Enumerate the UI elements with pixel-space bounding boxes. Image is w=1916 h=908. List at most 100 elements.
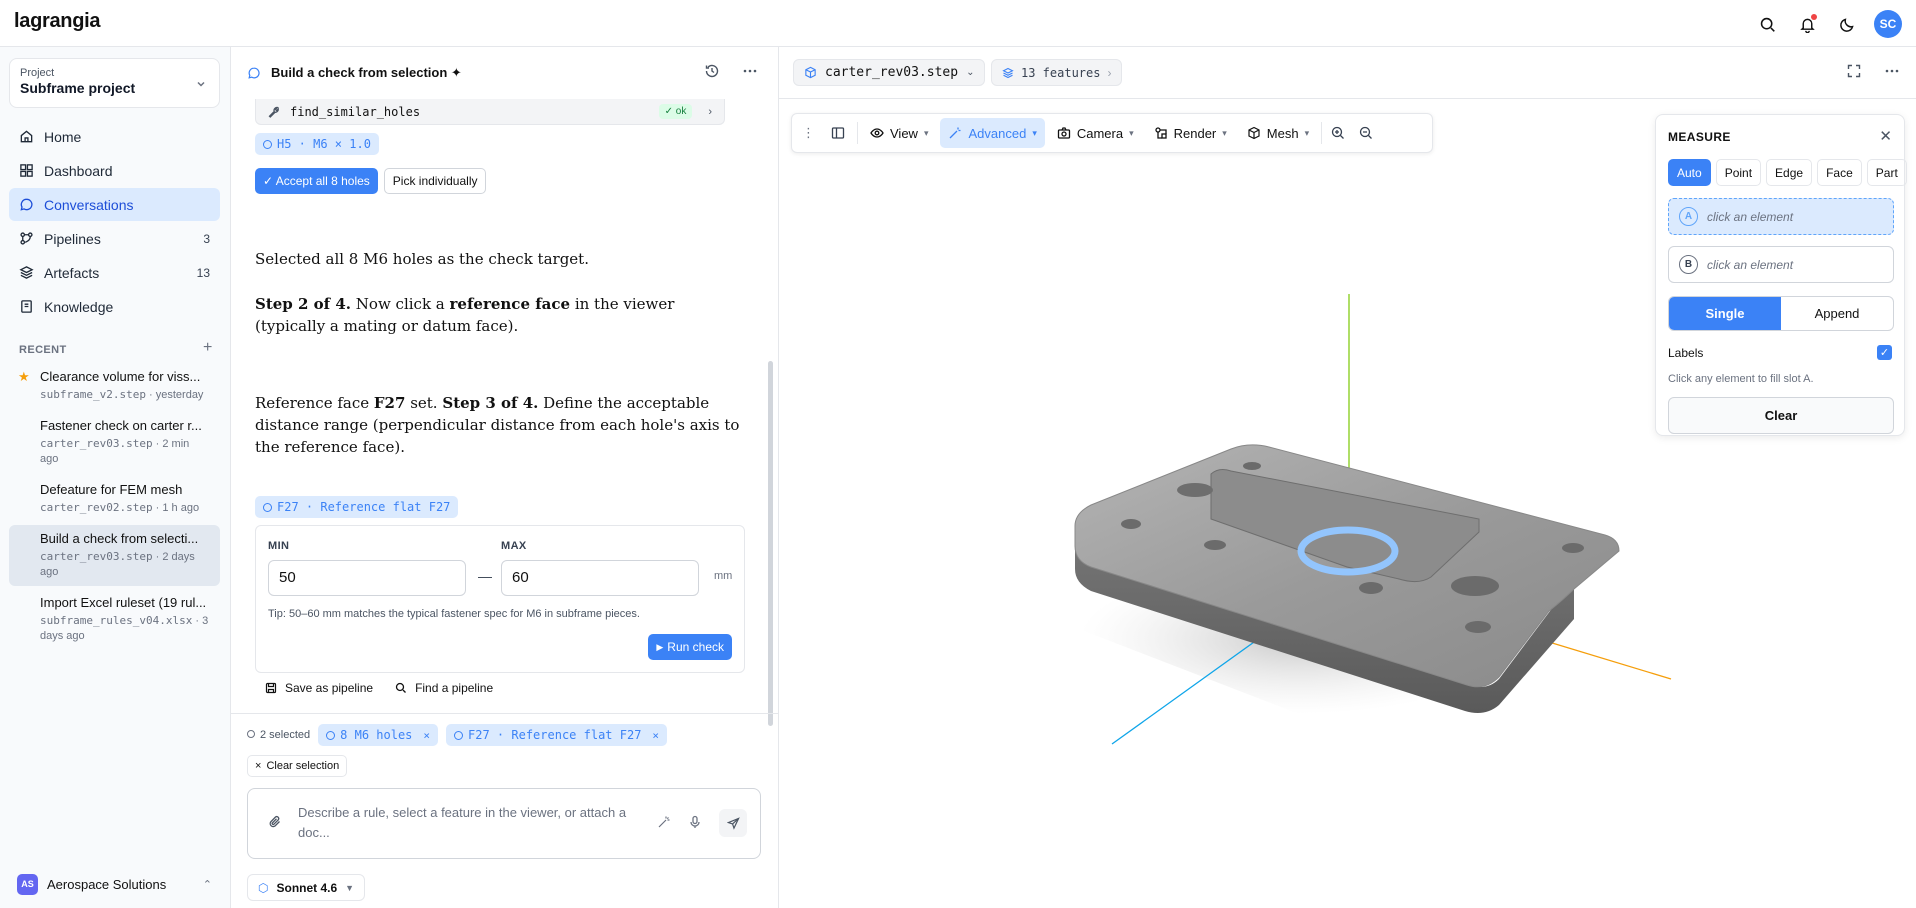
view-menu[interactable]: View ▾ [862,118,936,148]
fullscreen-icon[interactable] [1846,63,1862,79]
mesh-menu[interactable]: Mesh ▾ [1239,118,1317,148]
hole [1243,462,1261,470]
recent-item-meta: carter_rev03.step · 2 min ago [40,437,190,465]
pick-individually-button[interactable]: Pick individually [383,168,487,194]
holes-chip[interactable]: H5 · M6 × 1.0 [255,133,379,155]
clear-selection-button[interactable]: × Clear selection [247,755,348,777]
accept-all-holes-button[interactable]: ✓ Accept all 8 holes [255,168,378,194]
labels-checkbox[interactable]: ✓ [1877,345,1892,360]
cube-icon [1248,126,1260,140]
single-button[interactable]: Single [1669,297,1781,330]
measure-slot-b[interactable]: B click an element [1668,246,1894,283]
assistant-message-1: Selected all 8 M6 holes as the check tar… [255,250,589,268]
nav-label: Artefacts [44,264,100,281]
recent-item-active[interactable]: Build a check from selecti... carter_rev… [9,525,220,586]
selection-count: 2 selected [247,729,310,741]
measure-slot-a[interactable]: A click an element [1668,198,1894,235]
append-button[interactable]: Append [1781,297,1893,330]
chat-icon [20,198,33,211]
measure-hint: Click any element to fill slot A. [1668,373,1814,385]
render-menu[interactable]: Render ▾ [1146,118,1235,148]
hole-actions: ✓ Accept all 8 holes Pick individually [255,168,487,194]
save-as-pipeline-button[interactable]: Save as pipeline [265,681,373,695]
nav-count: 13 [196,265,210,280]
user-avatar[interactable]: SC [1874,10,1902,38]
recent-item[interactable]: Defeature for FEM mesh carter_rev02.step… [9,476,220,522]
remove-icon[interactable]: × [652,729,659,742]
mode-edge[interactable]: Edge [1766,159,1813,186]
selection-chip-face[interactable]: F27 · Reference flat F27 × [446,724,668,746]
nav-label: Pipelines [44,230,101,247]
history-icon[interactable] [704,63,720,79]
nav-item-pipelines[interactable]: Pipelines 3 [9,222,220,255]
hole [1359,582,1383,594]
moon-icon[interactable] [1834,11,1860,37]
send-button[interactable] [719,809,747,837]
reference-face-chip[interactable]: F27 · Reference flat F27 [255,496,459,518]
advanced-menu[interactable]: Advanced ▾ [940,118,1045,148]
org-switcher[interactable]: AS Aerospace Solutions ⌃ [9,866,220,902]
max-input[interactable]: 60 [501,560,699,596]
mode-point[interactable]: Point [1715,159,1762,186]
eye-icon [870,128,884,138]
attach-icon[interactable] [268,815,282,832]
cube-icon [805,66,816,79]
nav-item-knowledge[interactable]: Knowledge [9,290,220,323]
tool-call-card[interactable]: find_similar_holes ✓ ok › [255,99,725,125]
measure-clear-button[interactable]: Clear [1668,397,1894,434]
composer-input[interactable]: Describe a rule, select a feature in the… [247,788,761,859]
layers-icon [1002,67,1014,78]
recent-item[interactable]: Fastener check on carter r... carter_rev… [9,412,220,473]
file-selector[interactable]: carter_rev03.step ⌄ [793,59,986,86]
chevron-right-icon: › [708,105,712,118]
mode-auto[interactable]: Auto [1668,159,1711,186]
dashboard-icon [20,164,33,177]
toolbar-grip-icon[interactable]: ⋮ [798,118,819,148]
tool-icon [268,106,279,118]
close-icon[interactable]: ✕ [1879,127,1892,145]
camera-menu[interactable]: Camera ▾ [1049,118,1142,148]
nav-label: Dashboard [44,162,113,179]
remove-icon[interactable]: × [423,729,430,742]
labels-label: Labels [1668,346,1704,360]
recent-item[interactable]: Import Excel ruleset (19 rul... subframe… [9,589,220,650]
assistant-message-3: Reference face F27 set. Step 3 of 4. Def… [255,394,740,456]
run-check-button[interactable]: ▶ Run check [648,634,732,660]
more-icon[interactable] [742,63,758,79]
recent-item-title: Import Excel ruleset (19 rul... [40,595,207,610]
hole [1465,621,1491,633]
mode-part[interactable]: Part [1866,159,1907,186]
chat-scrollbar[interactable] [768,361,773,726]
mode-face[interactable]: Face [1817,159,1862,186]
find-pipeline-button[interactable]: Find a pipeline [395,681,493,695]
selection-chip-holes[interactable]: 8 M6 holes × [318,724,439,746]
bell-icon[interactable] [1794,11,1820,37]
more-icon[interactable] [1884,63,1900,79]
plus-icon[interactable]: + [203,339,212,357]
split-view-icon[interactable] [823,118,853,148]
recent-item-meta: carter_rev03.step · 2 days ago [40,550,195,578]
model-selector[interactable]: ⬡ Sonnet 4.6 ▼ [247,874,366,901]
project-selector[interactable]: Project Subframe project [9,58,220,108]
zoom-in-icon[interactable] [1326,118,1350,148]
nav-item-conversations[interactable]: Conversations [9,188,220,221]
chat-messages: find_similar_holes ✓ ok › H5 · M6 × 1.0 … [231,99,778,757]
project-label: Project [20,67,55,79]
min-input[interactable]: 50 [268,560,466,596]
recent-item[interactable]: ★ Clearance volume for viss... subframe_… [9,363,220,409]
sidebar: Project Subframe project Home Dashboard … [0,47,231,908]
recent-item-meta: carter_rev02.step · 1 h ago [40,501,200,514]
features-chip[interactable]: 13 features › [991,59,1123,86]
nav-item-home[interactable]: Home [9,120,220,153]
camera-icon [1057,127,1070,139]
app-logo[interactable]: lagrangia [14,10,101,33]
magic-wand-icon[interactable] [657,815,671,832]
nav-item-artefacts[interactable]: Artefacts 13 [9,256,220,289]
zoom-out-icon[interactable] [1354,118,1378,148]
org-name: Aerospace Solutions [47,876,167,892]
min-label: MIN [268,540,290,552]
nav-item-dashboard[interactable]: Dashboard [9,154,220,187]
axis-x [1538,638,1672,680]
search-icon[interactable] [1754,11,1780,37]
microphone-icon[interactable] [688,815,702,832]
